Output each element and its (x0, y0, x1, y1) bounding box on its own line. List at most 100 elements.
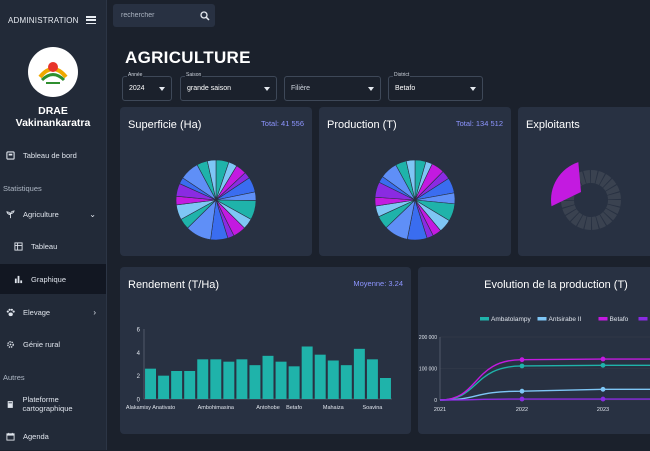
sidebar-title: ADMINISTRATION (8, 16, 79, 25)
sidebar-item-label: Tableau (31, 242, 57, 251)
bar[interactable] (367, 359, 378, 399)
sidebar-item-label: Agenda (23, 432, 49, 441)
bar[interactable] (145, 369, 156, 399)
x-tick-label: 2023 (597, 407, 609, 413)
district-select-label: District (393, 72, 410, 78)
superficie-card: Superficie (Ha) Total: 41 556 (120, 107, 312, 256)
exploitants-donut-chart (518, 107, 650, 256)
y-tick-label: 0 (137, 398, 141, 404)
evolution-card: Evolution de la production (T) Ambatolam… (418, 267, 650, 434)
legend-label[interactable]: Ambatolampy (491, 316, 531, 323)
bar[interactable] (341, 365, 352, 399)
district-select[interactable]: District Betafo (388, 76, 483, 101)
x-tick-label: 2021 (434, 407, 446, 413)
legend-swatch (599, 317, 608, 321)
sidebar: ADMINISTRATION DRAE Vakinankaratra Table… (0, 0, 107, 450)
sidebar-item-label: Agriculture (23, 210, 59, 219)
dashboard-icon (6, 151, 15, 160)
plant-icon (6, 210, 15, 219)
bar-chart-icon (14, 275, 23, 284)
y-tick-label: 0 (434, 398, 437, 404)
superficie-pie-chart (120, 107, 312, 256)
bar[interactable] (302, 347, 313, 400)
book-icon (6, 400, 15, 409)
paw-icon (6, 308, 15, 317)
year-select[interactable]: Année 2024 (122, 76, 172, 101)
data-point[interactable] (520, 357, 525, 362)
sidebar-item-agriculture[interactable]: Agriculture ⌄ (0, 199, 106, 229)
bar[interactable] (276, 362, 287, 399)
caret-down-icon (264, 87, 270, 91)
production-card: Production (T) Total: 134 512 (319, 107, 511, 256)
x-tick-label: Mahaiza (323, 405, 345, 411)
district-select-value: Betafo (395, 85, 415, 92)
caret-down-icon (159, 87, 165, 91)
sidebar-item-tableau[interactable]: Tableau (0, 231, 106, 261)
rendement-card: Rendement (T/Ha) Moyenne: 3.24 0246Alaka… (120, 267, 411, 434)
data-point[interactable] (601, 397, 606, 402)
page-title: AGRICULTURE (125, 48, 251, 68)
legend-label[interactable]: Antsirabe II (549, 316, 582, 323)
sidebar-item-label: Graphique (31, 275, 66, 284)
bar[interactable] (263, 356, 274, 399)
organization-name: DRAE Vakinankaratra (0, 105, 106, 129)
bar[interactable] (328, 361, 339, 400)
y-tick-label: 100 000 (419, 367, 437, 373)
sidebar-item-label: Elevage (23, 308, 50, 317)
hamburger-icon[interactable] (86, 16, 96, 24)
data-point[interactable] (520, 389, 525, 394)
exploitants-card: Exploitants (518, 107, 650, 256)
rendement-bar-chart: 0246Alakamisy AnativatoAmbohimasinaAntoh… (120, 267, 411, 434)
sidebar-header: ADMINISTRATION (0, 0, 106, 40)
sidebar-item-genie-rural[interactable]: Génie rural (0, 329, 106, 359)
legend-swatch (480, 317, 489, 321)
series-line[interactable] (440, 365, 650, 400)
sidebar-item-agenda[interactable]: Agenda (0, 421, 106, 451)
bar[interactable] (210, 359, 221, 399)
year-select-label: Année (127, 72, 143, 78)
chevron-down-icon: ⌄ (89, 210, 96, 219)
bar[interactable] (171, 371, 182, 399)
data-point[interactable] (601, 363, 606, 368)
sidebar-item-elevage[interactable]: Elevage › (0, 297, 106, 327)
bar[interactable] (184, 371, 195, 399)
bar[interactable] (315, 355, 326, 399)
bar[interactable] (158, 376, 169, 399)
bar[interactable] (249, 365, 260, 399)
sidebar-item-graphique[interactable]: Graphique (0, 264, 106, 294)
x-tick-label: Betafo (286, 405, 302, 411)
bar[interactable] (223, 362, 234, 399)
season-select[interactable]: Saison grande saison (180, 76, 277, 101)
production-pie-chart (319, 107, 511, 256)
legend-swatch (538, 317, 547, 321)
x-tick-label: Ambohimasina (198, 405, 235, 411)
sidebar-item-label: Plateforme cartographique (23, 395, 107, 413)
sidebar-item-plateforme-cartographique[interactable]: Plateforme cartographique (0, 389, 106, 419)
bar[interactable] (380, 378, 391, 399)
bar[interactable] (197, 359, 208, 399)
sidebar-item-tableau-de-bord[interactable]: Tableau de bord (0, 140, 106, 170)
gear-icon (6, 340, 15, 349)
data-point[interactable] (601, 387, 606, 392)
caret-down-icon (470, 87, 476, 91)
legend-swatch (639, 317, 648, 321)
legend-label[interactable]: Betafo (610, 316, 629, 323)
filiere-select-placeholder: Filière (291, 85, 310, 92)
bar[interactable] (289, 366, 300, 399)
x-tick-label: Soavina (362, 405, 383, 411)
bar[interactable] (236, 359, 247, 399)
bar[interactable] (354, 349, 365, 399)
data-point[interactable] (601, 357, 606, 362)
data-point[interactable] (520, 364, 525, 369)
y-tick-label: 2 (137, 374, 141, 380)
x-tick-label: 2022 (516, 407, 528, 413)
search-input[interactable] (121, 12, 191, 19)
calendar-icon (6, 432, 15, 441)
search-box (113, 4, 215, 27)
organization-logo (28, 47, 78, 97)
season-select-value: grande saison (187, 85, 231, 92)
data-point[interactable] (520, 397, 525, 402)
search-icon[interactable] (200, 11, 210, 21)
chevron-right-icon: › (93, 308, 96, 317)
filiere-select[interactable]: Filière (284, 76, 381, 101)
